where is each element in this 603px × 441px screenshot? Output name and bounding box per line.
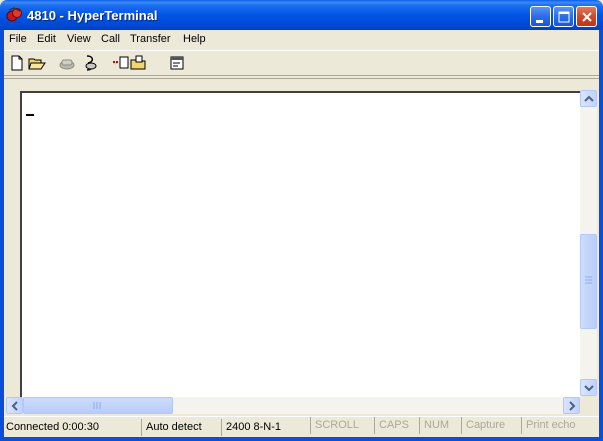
hyperterminal-app-icon[interactable] — [6, 7, 23, 23]
scroll-left-button[interactable] — [6, 397, 23, 414]
status-caps: CAPS — [374, 417, 409, 434]
window-border-right — [599, 30, 603, 441]
receive-file-icon[interactable] — [130, 54, 148, 72]
status-capture: Capture — [461, 417, 505, 434]
menu-bar: File Edit View Call Transfer Help — [4, 30, 599, 49]
window-border-bottom — [0, 437, 603, 441]
properties-icon[interactable] — [168, 54, 186, 72]
text-cursor — [26, 114, 34, 116]
vertical-scrollbar[interactable] — [580, 90, 597, 396]
scroll-up-button[interactable] — [580, 90, 597, 107]
open-icon[interactable] — [28, 54, 46, 72]
close-icon — [582, 12, 592, 22]
status-connected: Connected 0:00:30 — [6, 421, 99, 433]
terminal-screen[interactable] — [20, 91, 581, 398]
status-bar: Connected 0:00:30 Auto detect 2400 8-N-1… — [4, 416, 599, 437]
chevron-left-icon — [11, 401, 18, 411]
close-button[interactable] — [576, 6, 597, 27]
status-scroll: SCROLL — [310, 417, 359, 434]
minimize-button[interactable] — [530, 6, 551, 27]
horizontal-scrollbar[interactable] — [6, 397, 580, 414]
maximize-icon — [558, 11, 570, 23]
grip-icon — [585, 276, 592, 284]
send-file-icon[interactable] — [112, 54, 130, 72]
scroll-down-button[interactable] — [580, 379, 597, 396]
status-auto-detect: Auto detect — [141, 419, 202, 436]
menu-edit[interactable]: Edit — [37, 33, 56, 45]
maximize-button[interactable] — [553, 6, 574, 27]
scrollbar-corner — [580, 397, 597, 414]
terminal-container — [4, 78, 599, 414]
minimize-icon — [536, 20, 543, 23]
title-bar[interactable]: 4810 - HyperTerminal — [0, 0, 603, 30]
window-title: 4810 - HyperTerminal — [27, 8, 158, 23]
new-connection-icon[interactable] — [8, 54, 26, 72]
grip-icon — [93, 402, 101, 409]
chevron-down-icon — [584, 385, 594, 392]
chevron-right-icon — [569, 401, 576, 411]
chevron-up-icon — [584, 95, 594, 102]
menu-file[interactable]: File — [9, 33, 27, 45]
call-icon[interactable] — [58, 54, 76, 72]
menu-view[interactable]: View — [67, 33, 91, 45]
status-print-echo: Print echo — [521, 417, 576, 434]
scroll-right-button[interactable] — [563, 397, 580, 414]
menu-help[interactable]: Help — [183, 33, 206, 45]
vertical-scroll-thumb[interactable] — [580, 234, 597, 329]
disconnect-icon[interactable] — [82, 54, 100, 72]
toolbar — [4, 50, 599, 76]
menu-transfer[interactable]: Transfer — [130, 33, 171, 45]
horizontal-scroll-thumb[interactable] — [23, 397, 173, 414]
menu-call[interactable]: Call — [101, 33, 120, 45]
status-num: NUM — [419, 417, 449, 434]
status-port-settings: 2400 8-N-1 — [221, 419, 281, 436]
